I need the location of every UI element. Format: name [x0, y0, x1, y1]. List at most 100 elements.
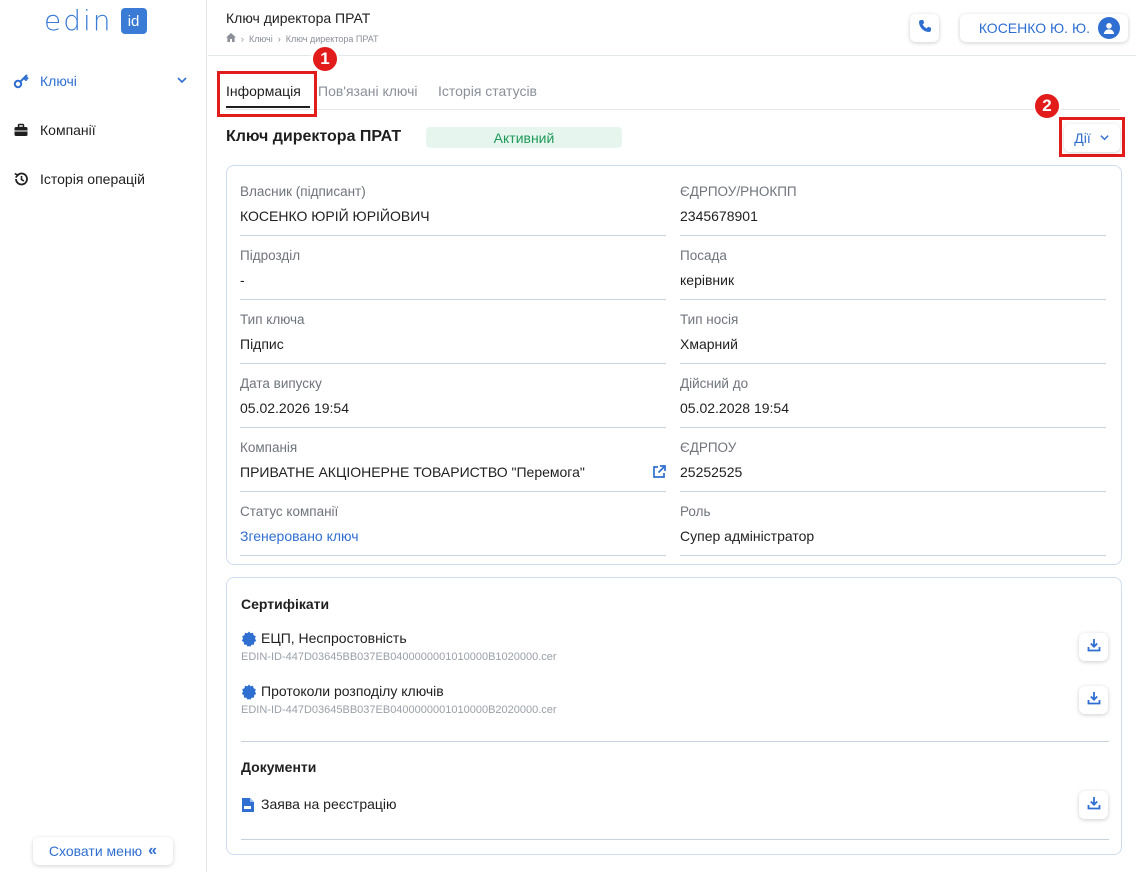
field-value: Супер адміністратор [680, 528, 815, 544]
sidebar: edin id Ключі Компанії Історія операцій [0, 0, 207, 872]
logo-text: edin [44, 4, 113, 37]
download-icon [1087, 796, 1101, 815]
field-position: Посада керівник [680, 248, 1106, 300]
field-value: - [240, 272, 245, 288]
history-icon [12, 170, 30, 188]
field-value: керівник [680, 272, 735, 288]
field-label: Роль [680, 504, 711, 519]
document-name: Заява на реєстрацію [261, 796, 397, 812]
logo[interactable]: edin id [44, 6, 147, 36]
field-label: Посада [680, 248, 727, 263]
pdf-file-icon [241, 797, 255, 818]
external-link-icon[interactable] [652, 465, 666, 484]
field-value: 05.02.2026 19:54 [240, 400, 349, 416]
avatar-icon [1098, 17, 1120, 39]
sidebar-item-history[interactable]: Історія операцій [12, 167, 194, 191]
field-label: Тип ключа [240, 312, 305, 327]
certificate-item: Протоколи розподілу ключів EDIN-ID-447D0… [241, 683, 1109, 723]
field-label: Статус компанії [240, 504, 339, 519]
tabs: Інформація Пов'язані ключі Історія стату… [226, 70, 1120, 110]
download-document-button[interactable] [1079, 791, 1108, 819]
field-label: Дата випуску [240, 376, 322, 391]
key-title: Ключ директора ПРАТ [226, 128, 402, 145]
field-owner: Власник (підписант) КОСЕНКО ЮРІЙ ЮРІЙОВИ… [240, 184, 666, 236]
annotation-badge: 1 [311, 45, 339, 73]
field-issue-date: Дата випуску 05.02.2026 19:54 [240, 376, 666, 428]
field-value: 05.02.2028 19:54 [680, 400, 789, 416]
sidebar-item-label: Ключі [40, 73, 77, 89]
field-value: 25252525 [680, 464, 743, 480]
field-label: Дійсний до [680, 376, 749, 391]
field-label: ЄДРПОУ/РНОКПП [680, 184, 797, 199]
download-icon [1087, 691, 1101, 710]
certificate-file: EDIN-ID-447D03645BB037EB0400000001010000… [241, 651, 557, 663]
download-certificate-button[interactable] [1079, 633, 1108, 661]
download-icon [1087, 638, 1101, 657]
breadcrumb: › Ключі › Ключ директора ПРАТ [226, 33, 379, 44]
field-edrpou: ЄДРПОУ 25252525 [680, 440, 1106, 492]
field-valid-until: Дійсний до 05.02.2028 19:54 [680, 376, 1106, 428]
annotation-highlight [217, 71, 317, 117]
user-menu-button[interactable]: КОСЕНКО Ю. Ю. [960, 14, 1128, 42]
status-badge: Активний [426, 127, 622, 148]
header: Ключ директора ПРАТ › Ключі › Ключ дирек… [208, 0, 1136, 56]
tab-linked-keys[interactable]: Пов'язані ключі [318, 83, 418, 99]
divider [241, 741, 1109, 742]
company-status-link[interactable]: Згенеровано ключ [240, 528, 359, 544]
field-company-status: Статус компанії Згенеровано ключ [240, 504, 666, 556]
breadcrumb-item: Ключ директора ПРАТ [285, 33, 379, 44]
certificates-title: Сертифікати [241, 596, 330, 612]
chevron-down-icon [1099, 130, 1110, 146]
logo-badge: id [120, 8, 147, 34]
breadcrumb-separator: › [277, 33, 281, 44]
hide-menu-button[interactable]: Сховати меню « [33, 837, 173, 865]
sidebar-item-label: Історія операцій [40, 171, 145, 187]
certificate-seal-icon [241, 631, 257, 652]
field-label: Власник (підписант) [240, 184, 366, 199]
actions-label: Дії [1074, 130, 1091, 146]
briefcase-icon [12, 121, 30, 139]
tab-status-history[interactable]: Історія статусів [438, 83, 537, 99]
sidebar-item-keys[interactable]: Ключі [12, 69, 194, 93]
documents-title: Документи [241, 759, 317, 775]
certificate-name: Протоколи розподілу ключів [261, 683, 444, 699]
field-value: 2345678901 [680, 208, 758, 224]
page-title: Ключ директора ПРАТ [226, 10, 371, 26]
annotation-badge: 2 [1033, 92, 1061, 120]
certificate-seal-icon [241, 684, 257, 705]
field-key-type: Тип ключа Підпис [240, 312, 666, 364]
field-value: Підпис [240, 336, 284, 352]
certificate-file: EDIN-ID-447D03645BB037EB0400000001010000… [241, 704, 557, 716]
field-value: КОСЕНКО ЮРІЙ ЮРІЙОВИЧ [240, 208, 430, 224]
field-department: Підрозділ - [240, 248, 666, 300]
download-certificate-button[interactable] [1079, 686, 1108, 714]
field-label: ЄДРПОУ [680, 440, 737, 455]
field-value: Хмарний [680, 336, 738, 352]
field-label: Підрозділ [240, 248, 301, 263]
home-icon[interactable] [226, 33, 236, 44]
breadcrumb-item[interactable]: Ключі [249, 34, 273, 44]
user-name: КОСЕНКО Ю. Ю. [978, 20, 1090, 36]
field-edrpou-rnokpp: ЄДРПОУ/РНОКПП 2345678901 [680, 184, 1106, 236]
field-label: Тип носія [680, 312, 739, 327]
phone-icon [918, 19, 932, 38]
certificate-item: ЕЦП, Неспростовність EDIN-ID-447D03645BB… [241, 630, 1109, 670]
field-media-type: Тип носія Хмарний [680, 312, 1106, 364]
divider [241, 839, 1109, 840]
double-chevron-left-icon: « [148, 842, 158, 859]
app-root: edin id Ключі Компанії Історія операцій [0, 0, 1136, 872]
chevron-down-icon [176, 73, 188, 89]
breadcrumb-separator: › [241, 33, 244, 44]
sidebar-item-companies[interactable]: Компанії [12, 118, 194, 142]
field-role: Роль Супер адміністратор [680, 504, 1106, 556]
sidebar-item-label: Компанії [40, 122, 96, 138]
field-label: Компанія [240, 440, 298, 455]
field-value: ПРИВАТНЕ АКЦІОНЕРНЕ ТОВАРИСТВО "Перемога… [240, 464, 585, 480]
key-icon [12, 72, 30, 90]
phone-button[interactable] [910, 14, 939, 42]
certificate-name: ЕЦП, Неспростовність [261, 630, 407, 646]
field-company: Компанія ПРИВАТНЕ АКЦІОНЕРНЕ ТОВАРИСТВО … [240, 440, 666, 492]
actions-dropdown-button[interactable]: Дії [1064, 124, 1120, 152]
certificates-card: Сертифікати ЕЦП, Неспростовність EDIN-ID… [226, 577, 1122, 855]
key-info-card: Власник (підписант) КОСЕНКО ЮРІЙ ЮРІЙОВИ… [226, 165, 1122, 565]
